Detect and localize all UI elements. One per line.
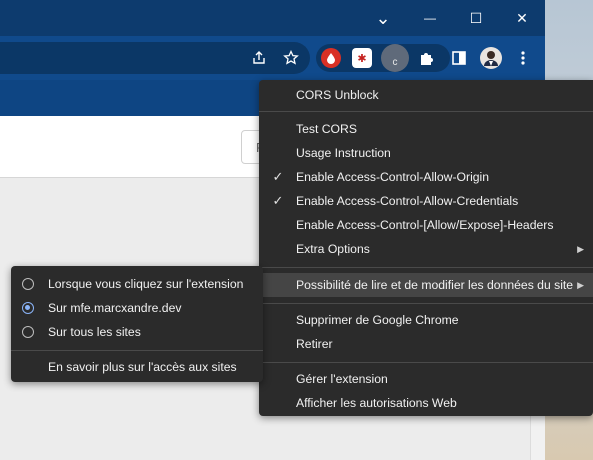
cors-unblock-glyph: c <box>392 56 398 68</box>
close-button[interactable]: ✕ <box>499 0 545 36</box>
maximize-button[interactable]: ☐ <box>453 0 499 36</box>
menu-item-allow-credentials[interactable]: ✓ Enable Access-Control-Allow-Credential… <box>259 189 593 213</box>
profile-button[interactable] <box>480 36 502 80</box>
radio-button-icon <box>22 278 34 290</box>
menu-item-unpin[interactable]: Retirer <box>259 332 593 356</box>
chrome-menu-button[interactable] <box>512 36 534 80</box>
menu-item-usage-instruction[interactable]: Usage Instruction <box>259 141 593 165</box>
drop-icon <box>327 53 335 64</box>
side-panel-icon <box>452 51 466 65</box>
checkmark-icon: ✓ <box>272 193 284 208</box>
radio-option-all-sites[interactable]: Sur tous les sites <box>11 320 263 344</box>
close-icon: ✕ <box>516 9 528 26</box>
tab-search-button[interactable]: ⌄ <box>360 0 406 36</box>
extensions-group: ✱ c <box>316 44 450 72</box>
bookmark-button[interactable] <box>280 36 302 80</box>
menu-item-test-cors[interactable]: Test CORS <box>259 117 593 141</box>
submenu-divider <box>11 350 263 351</box>
submenu-arrow-icon: ▶ <box>577 244 584 254</box>
menu-item-manage-extension[interactable]: Gérer l'extension <box>259 367 593 391</box>
bookmark-star-icon <box>283 50 299 65</box>
menu-item-allow-expose-headers[interactable]: Enable Access-Control-[Allow/Expose]-Hea… <box>259 213 593 237</box>
red-drop-extension-icon[interactable] <box>321 48 341 68</box>
menu-item-web-permissions[interactable]: Afficher les autorisations Web <box>259 391 593 415</box>
badge-glyph-icon: ✱ <box>357 52 367 65</box>
share-button[interactable] <box>248 36 270 80</box>
kebab-menu-icon <box>521 51 525 65</box>
cors-unblock-extension-icon[interactable]: c <box>381 44 409 72</box>
radio-option-on-click[interactable]: Lorsque vous cliquez sur l'extension <box>11 272 263 296</box>
menu-item-allow-origin[interactable]: ✓ Enable Access-Control-Allow-Origin <box>259 165 593 189</box>
maximize-icon: ☐ <box>469 9 483 26</box>
radio-button-selected-icon <box>22 302 34 314</box>
menu-divider <box>259 303 593 304</box>
menu-title-cors-unblock[interactable]: CORS Unblock <box>259 83 593 107</box>
extensions-button[interactable] <box>416 48 436 68</box>
site-access-submenu: Lorsque vous cliquez sur l'extension Sur… <box>11 266 263 382</box>
radio-option-this-site[interactable]: Sur mfe.marcxandre.dev <box>11 296 263 320</box>
minimize-button[interactable]: — <box>407 0 453 36</box>
menu-item-remove-from-chrome[interactable]: Supprimer de Google Chrome <box>259 308 593 332</box>
side-panel-button[interactable] <box>448 36 470 80</box>
avatar <box>480 47 502 69</box>
minimize-icon: — <box>424 11 436 25</box>
menu-item-site-access[interactable]: Possibilité de lire et de modifier les d… <box>259 273 593 297</box>
menu-divider <box>259 362 593 363</box>
learn-more-site-access-link[interactable]: En savoir plus sur l'accès aux sites <box>11 355 263 379</box>
puzzle-icon <box>421 53 433 65</box>
title-bar: ⌄ — ☐ ✕ <box>0 0 545 36</box>
radio-button-icon <box>22 326 34 338</box>
browser-toolbar: ✱ c <box>0 36 545 80</box>
menu-item-extra-options[interactable]: Extra Options ▶ <box>259 237 593 261</box>
extension-context-menu: CORS Unblock Test CORS Usage Instruction… <box>259 80 593 416</box>
checkmark-icon: ✓ <box>272 169 284 184</box>
chevron-down-icon: ⌄ <box>375 7 391 28</box>
menu-divider <box>259 267 593 268</box>
menu-divider <box>259 111 593 112</box>
submenu-arrow-icon: ▶ <box>577 280 584 290</box>
red-badge-extension-icon[interactable]: ✱ <box>352 48 372 68</box>
share-icon <box>253 51 265 64</box>
